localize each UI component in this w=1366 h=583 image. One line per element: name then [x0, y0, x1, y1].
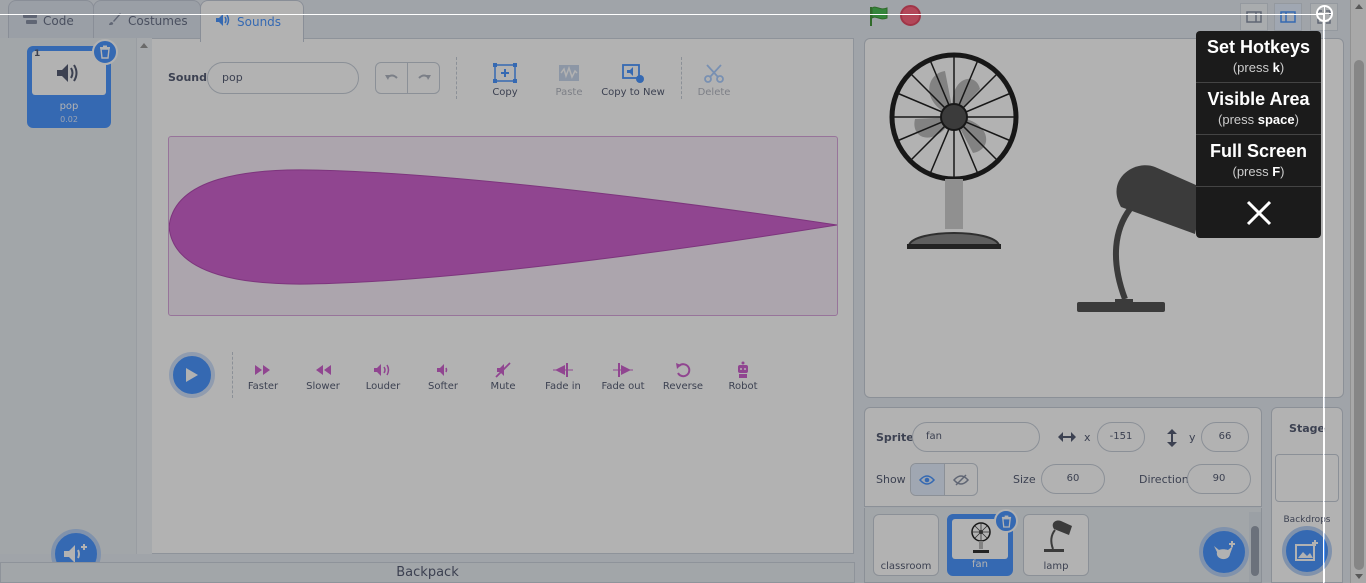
- menu-item-title: Full Screen: [1209, 141, 1308, 161]
- stage-options-menu: Set Hotkeys (press k) Visible Area (pres…: [1196, 31, 1321, 238]
- crosshair-cursor-icon: [1316, 5, 1333, 22]
- menu-item-full-screen[interactable]: Full Screen (press F): [1196, 135, 1321, 187]
- menu-item-visible-area[interactable]: Visible Area (press space): [1196, 83, 1321, 135]
- menu-item-hint: (press F): [1232, 164, 1285, 179]
- menu-item-set-hotkeys[interactable]: Set Hotkeys (press k): [1196, 31, 1321, 83]
- menu-item-title: Set Hotkeys: [1206, 37, 1311, 57]
- menu-item-hint: (press space): [1218, 112, 1299, 127]
- menu-close-button[interactable]: [1196, 187, 1321, 238]
- close-icon: [1246, 200, 1271, 225]
- dim-overlay-top: [0, 0, 1366, 14]
- menu-item-hint: (press k): [1232, 60, 1285, 75]
- dim-overlay-side: [1325, 14, 1366, 583]
- dim-overlay: [0, 14, 1324, 583]
- menu-item-title: Visible Area: [1207, 89, 1310, 109]
